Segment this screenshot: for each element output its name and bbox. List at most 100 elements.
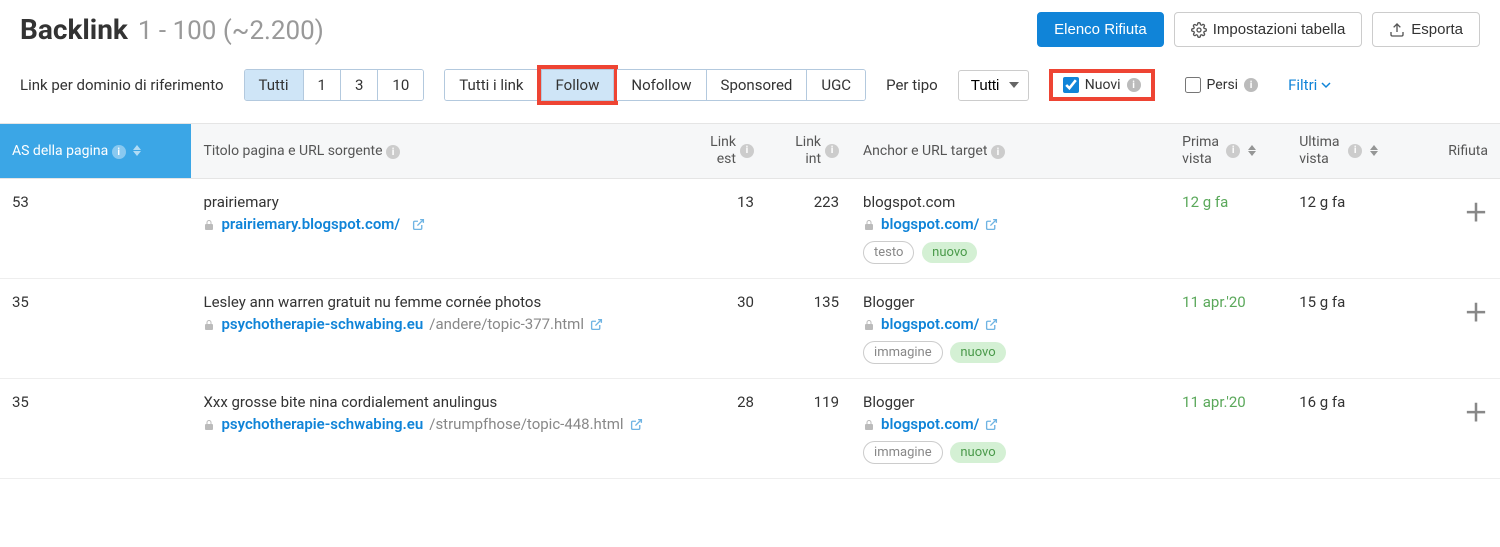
col-anchor[interactable]: Anchor e URL target i	[851, 124, 1170, 179]
filters-link[interactable]: Filtri	[1288, 76, 1331, 94]
col-reject: Rifiuta	[1425, 124, 1500, 179]
badge-status: nuovo	[950, 442, 1005, 463]
info-icon: i	[1348, 144, 1362, 158]
target-url-link[interactable]: blogspot.com/	[881, 415, 979, 433]
cell-first-seen: 12 g fa	[1170, 178, 1287, 278]
badge-type: immagine	[863, 441, 943, 464]
info-icon: i	[1226, 144, 1240, 158]
link-type-nofollow[interactable]: Nofollow	[617, 70, 706, 100]
export-icon	[1389, 22, 1405, 38]
lock-icon	[863, 215, 875, 233]
info-icon: i	[991, 145, 1005, 159]
follow-highlight: Follow	[537, 65, 619, 105]
source-url-link[interactable]: psychotherapie-schwabing.eu	[221, 415, 423, 433]
cell-last-seen: 16 g fa	[1287, 378, 1425, 478]
link-type-sponsored[interactable]: Sponsored	[707, 70, 808, 100]
cell-link-int: 223	[766, 178, 851, 278]
lost-checkbox-group[interactable]: Persi i	[1175, 73, 1269, 97]
link-type-all[interactable]: Tutti i link	[445, 70, 537, 100]
link-type-follow[interactable]: Follow	[542, 70, 614, 100]
col-as[interactable]: AS della pagina i	[0, 124, 191, 179]
cell-anchor: Blogger blogspot.com/ immagine nuovo	[851, 278, 1170, 378]
cell-first-seen: 11 apr.'20	[1170, 378, 1287, 478]
badge-type: testo	[863, 241, 914, 264]
info-icon: i	[825, 144, 839, 158]
lock-icon	[203, 415, 215, 433]
per-domain-label: Link per dominio di riferimento	[20, 76, 224, 94]
table-row: 35 Lesley ann warren gratuit nu femme co…	[0, 278, 1500, 378]
source-url-link[interactable]: psychotherapie-schwabing.eu	[221, 315, 423, 333]
external-link-icon[interactable]	[412, 215, 425, 233]
cell-reject: ＋	[1425, 378, 1500, 478]
anchor-text: Blogger	[863, 393, 1158, 411]
new-checkbox[interactable]	[1063, 77, 1079, 93]
cell-reject: ＋	[1425, 178, 1500, 278]
cell-as: 35	[0, 378, 191, 478]
export-button[interactable]: Esporta	[1372, 12, 1480, 47]
cell-link-est: 13	[681, 178, 766, 278]
link-type-rest: Nofollow Sponsored UGC	[617, 69, 866, 101]
cell-anchor: blogspot.com blogspot.com/ testo nuovo	[851, 178, 1170, 278]
page-subtitle: 1 - 100 (~2.200)	[138, 16, 324, 46]
sort-icon	[133, 145, 141, 156]
info-icon: i	[386, 145, 400, 159]
external-link-icon[interactable]	[985, 315, 998, 333]
lock-icon	[863, 315, 875, 333]
add-reject-button[interactable]: ＋	[1464, 299, 1488, 327]
lock-icon	[203, 315, 215, 333]
cell-title: Lesley ann warren gratuit nu femme corné…	[191, 278, 680, 378]
external-link-icon[interactable]	[590, 315, 603, 333]
table-row: 53 prairiemary prairiemary.blogspot.com/…	[0, 178, 1500, 278]
badge-type: immagine	[863, 341, 943, 364]
cell-reject: ＋	[1425, 278, 1500, 378]
page-title-text: Lesley ann warren gratuit nu femme corné…	[203, 293, 668, 311]
per-domain-3[interactable]: 3	[341, 70, 378, 100]
new-checkbox-group[interactable]: Nuovi i	[1049, 69, 1155, 101]
per-domain-all[interactable]: Tutti	[245, 70, 304, 100]
lock-icon	[203, 215, 215, 233]
add-reject-button[interactable]: ＋	[1464, 199, 1488, 227]
external-link-icon[interactable]	[985, 415, 998, 433]
cell-link-int: 135	[766, 278, 851, 378]
url-path: /andere/topic-377.html	[429, 315, 584, 333]
col-link-est[interactable]: Link esti	[681, 124, 766, 179]
cell-last-seen: 12 g fa	[1287, 178, 1425, 278]
per-type-select[interactable]: Tutti	[958, 70, 1029, 101]
cell-link-est: 28	[681, 378, 766, 478]
badge-status: nuovo	[950, 342, 1005, 363]
cell-link-est: 30	[681, 278, 766, 378]
cell-link-int: 119	[766, 378, 851, 478]
col-title[interactable]: Titolo pagina e URL sorgente i	[191, 124, 680, 179]
lost-checkbox[interactable]	[1185, 77, 1201, 93]
col-link-int[interactable]: Link inti	[766, 124, 851, 179]
info-icon: i	[740, 144, 754, 158]
sort-icon	[1248, 145, 1256, 156]
badge-status: nuovo	[922, 242, 977, 263]
add-reject-button[interactable]: ＋	[1464, 399, 1488, 427]
table-settings-button[interactable]: Impostazioni tabella	[1174, 12, 1363, 47]
cell-title: prairiemary prairiemary.blogspot.com/	[191, 178, 680, 278]
source-url-link[interactable]: prairiemary.blogspot.com/	[221, 215, 400, 233]
page-title-text: Xxx grosse bite nina cordialement anulin…	[203, 393, 668, 411]
info-icon: i	[1127, 78, 1141, 92]
chevron-down-icon	[1321, 80, 1331, 90]
per-domain-10[interactable]: 10	[378, 70, 423, 100]
backlinks-table: AS della pagina i Titolo pagina e URL so…	[0, 123, 1500, 479]
col-first-seen[interactable]: Prima vistai	[1170, 124, 1287, 179]
cell-anchor: Blogger blogspot.com/ immagine nuovo	[851, 378, 1170, 478]
col-last-seen[interactable]: Ultima vistai	[1287, 124, 1425, 179]
link-type-ugc[interactable]: UGC	[807, 70, 865, 100]
gear-icon	[1191, 22, 1207, 38]
per-domain-1[interactable]: 1	[304, 70, 341, 100]
target-url-link[interactable]: blogspot.com/	[881, 315, 979, 333]
external-link-icon[interactable]	[630, 415, 643, 433]
page-title-text: prairiemary	[203, 193, 668, 211]
anchor-text: Blogger	[863, 293, 1158, 311]
external-link-icon[interactable]	[985, 215, 998, 233]
reject-list-button[interactable]: Elenco Rifiuta	[1037, 12, 1164, 47]
cell-title: Xxx grosse bite nina cordialement anulin…	[191, 378, 680, 478]
link-type-group: Tutti i link	[444, 69, 537, 101]
target-url-link[interactable]: blogspot.com/	[881, 215, 979, 233]
table-row: 35 Xxx grosse bite nina cordialement anu…	[0, 378, 1500, 478]
lock-icon	[863, 415, 875, 433]
